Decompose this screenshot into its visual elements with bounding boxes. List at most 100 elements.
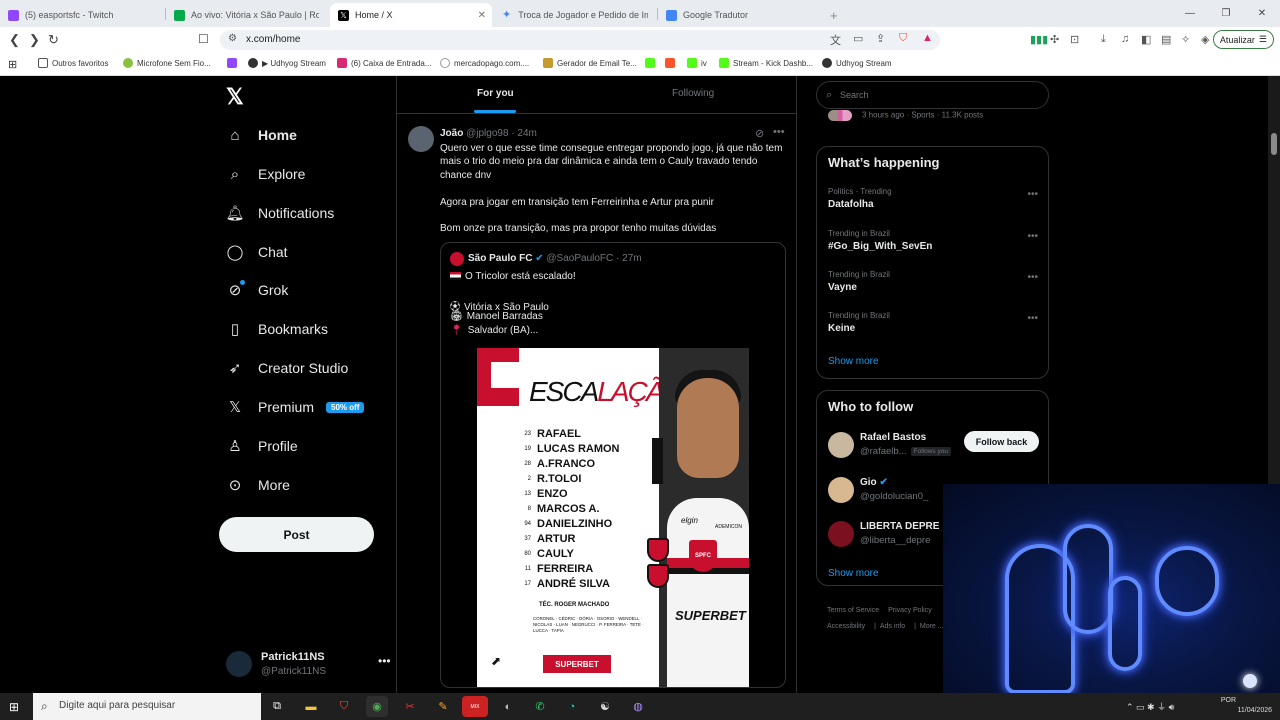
restore-icon[interactable]: ❐ [1208,8,1244,19]
more-dots-icon[interactable]: ••• [1027,189,1038,200]
footer-link[interactable]: More ... [920,623,944,630]
app-icon[interactable]: ◍ [627,696,649,717]
file-explorer-icon[interactable]: ▬ [300,696,322,717]
more-dots-icon[interactable]: ••• [378,654,391,668]
bookmark-email-gen[interactable]: Gerador de Email Te... [543,58,637,68]
tweet-author-handle[interactable]: @jplgo98 [466,128,508,139]
tab-for-you[interactable]: For you [477,88,514,99]
windows-start-icon[interactable]: ⊞ [9,700,19,714]
bookmark-udhyog-1[interactable]: ▶ Udhyog Stream [248,58,326,68]
search-input[interactable]: ⌕ Search [816,81,1049,109]
nav-explore[interactable]: ⌕ Explore [226,159,306,189]
follow-suggestion[interactable]: Rafael Bastos @rafaelb... Follows you Fol… [828,430,1043,462]
bookmark-other[interactable]: Outros favoritos [38,58,108,68]
nav-bookmarks[interactable]: ▯ Bookmarks [226,314,328,344]
more-dots-icon[interactable]: ••• [1027,272,1038,283]
trend-item[interactable]: Trending in Brazil #Go_Big_With_SevEn ••• [828,229,1038,252]
footer-link[interactable]: Terms of Service [827,607,879,614]
language-indicator[interactable]: POR [1221,697,1236,704]
chrome-icon[interactable]: ◉ [366,696,388,717]
tray-clock[interactable]: POR 11/04/2026 [1221,696,1272,716]
trend-item[interactable]: Politics · Trending Datafolha ••• [828,187,1038,210]
close-tab-icon[interactable]: ✕ [478,10,486,21]
tab-following[interactable]: Following [672,88,714,99]
obs-icon[interactable]: ◐ [497,696,519,717]
tab-google-translate[interactable]: Google Tradutor [658,3,818,27]
tweet-time[interactable]: · 24m [511,128,537,139]
quoted-tweet[interactable]: São Paulo FC ✔ @SaoPauloFC · 27m O Trico… [440,242,786,688]
nav-chat[interactable]: ◯ Chat [226,237,288,267]
x-logo-icon[interactable]: 𝕏 [226,84,244,110]
bookmark-kick-dashboard[interactable]: Stream - Kick Dashb... [719,58,813,68]
leo-icon[interactable]: ✧ [1181,33,1190,46]
tab-gemini[interactable]: ✦ Troca de Jogador e Pedido de Imagem [494,3,656,27]
tweet-author-name[interactable]: João [440,128,463,139]
translate-page-icon[interactable]: 文 [830,32,841,48]
more-dots-icon[interactable]: ••• [1027,231,1038,242]
brave-rewards-icon[interactable]: ▲ [922,32,933,44]
nav-premium[interactable]: 𝕏 Premium 50% off [226,392,365,422]
nav-grok[interactable]: ⊘ Grok [226,275,288,305]
more-dots-icon[interactable]: ••• [1027,313,1038,324]
share-icon[interactable]: ⇪ [876,32,885,45]
nav-profile[interactable]: ♙ Profile [226,431,297,461]
minimize-icon[interactable]: — [1172,8,1208,19]
omnibox[interactable]: ⚙ x.com/home 文 ▭ ⇪ ⛉ ▲ [220,30,940,50]
bookmark-iv[interactable]: iv [687,58,707,68]
footer-link[interactable]: Accessibility [827,623,865,630]
site-info-icon[interactable]: ⚙ [228,33,237,44]
account-switcher[interactable]: Patrick11NS @Patrick11NS ••• [226,648,391,682]
nav-more[interactable]: ⊙ More [226,470,290,500]
tray-icons[interactable]: ⌃ ▭ ✱ ⏚ 🔊︎ [1126,702,1174,712]
app-icon[interactable]: ☯ [594,696,616,717]
footer-link[interactable]: Ads info [880,623,905,630]
tab-twitch[interactable]: (5) easportsfc - Twitch [0,3,165,27]
brave-shield-icon[interactable]: ⛉ [899,32,907,45]
nav-home[interactable]: ⌂ Home [226,120,296,150]
media-icon[interactable]: ♫ [1121,33,1129,45]
back-icon[interactable]: ❮ [9,32,20,48]
forward-icon[interactable]: ❯ [29,32,40,48]
brave-icon[interactable]: ⛉ [333,696,355,717]
bookmark-twitch[interactable] [227,58,241,68]
whatsapp-icon[interactable]: ✆ [529,696,551,717]
reload-icon[interactable]: ↻ [48,32,59,48]
more-dots-icon[interactable]: ••• [773,126,785,138]
lineup-poster-image[interactable]: ESCALAÇÃO 23 RAFAEL 19 LUCAS RAMON 28 A.FRANC… [477,348,749,687]
bookmark-brave[interactable] [665,58,679,68]
bookmark-mic[interactable]: Microfone Sem Fio... [123,58,211,68]
tab-x-home[interactable]: 𝕏 Home / X ✕ [330,3,492,27]
show-more-link[interactable]: Show more [828,568,879,579]
vpn-icon[interactable]: ◈ [1201,33,1209,46]
follow-back-button[interactable]: Follow back [964,431,1039,452]
cast-icon[interactable]: ▭ [853,32,863,45]
trend-item[interactable]: Trending in Brazil Vayne ••• [828,270,1038,293]
trend-item[interactable]: Trending in Brazil Keine ••• [828,311,1038,334]
url-text[interactable]: x.com/home [246,34,300,45]
sidebar-icon[interactable]: ◧ [1141,33,1151,46]
footer-link[interactable]: Privacy Policy [888,607,932,614]
trend-peek[interactable]: 3 hours ago · Sports · 11.3K posts [828,110,983,121]
new-tab-button[interactable]: + [822,3,846,27]
voice-mixer-icon[interactable]: MIX [462,696,488,717]
bookmark-kick[interactable] [645,58,659,68]
grok-explain-icon[interactable]: ⊘ [755,127,764,140]
nav-notifications[interactable]: 🔔︎ Notifications [225,198,334,228]
edge-icon[interactable]: ◔ [561,696,583,717]
download-icon[interactable]: ⤓ [1101,33,1106,46]
post-button[interactable]: Post [219,517,374,552]
paint-icon[interactable]: ✎ [432,696,454,717]
bookmark-mercadopago[interactable]: mercadopago.com.... [440,58,529,68]
update-button[interactable]: Atualizar ☰ [1212,30,1274,49]
bookmark-instagram[interactable]: (6) Caixa de Entrada... [337,58,431,68]
wallet-icon[interactable]: ▤ [1161,33,1171,46]
extensions-icon[interactable]: ✣ [1050,33,1059,46]
taskbar-search[interactable]: ⌕ Digite aqui para pesquisar [33,693,261,720]
nav-creator-studio[interactable]: ➶ Creator Studio [226,353,349,383]
bookmark-udhyog-2[interactable]: Udhyog Stream [822,58,892,68]
show-more-link[interactable]: Show more [828,356,879,367]
task-view-icon[interactable]: ⧉ [266,696,288,717]
screenshot-icon[interactable]: ⊡ [1070,33,1079,46]
tab-live-match[interactable]: Ao vivo: Vitória x São Paulo | Rodada [166,3,330,27]
close-window-icon[interactable]: ✕ [1244,8,1280,19]
